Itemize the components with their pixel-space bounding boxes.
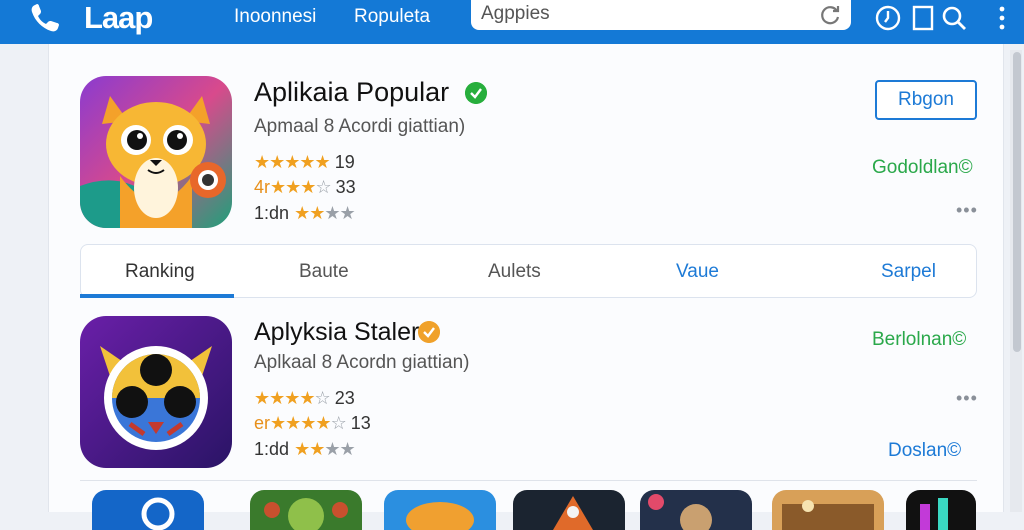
more-vertical-icon[interactable] (992, 4, 1020, 32)
rating-row: 1:dd ★★★★ (254, 439, 356, 460)
phone-icon (31, 4, 59, 32)
rating-row: er★★★★☆ 13 (254, 413, 371, 434)
rating-prefix: 1:dd (254, 439, 290, 459)
app-icon-mini[interactable] (92, 490, 204, 530)
app-icon-mini[interactable] (250, 490, 362, 530)
tab-sarpel[interactable]: Sarpel (881, 261, 936, 283)
top-bar: Laap Inoonnesi Ropuleta Agppies (0, 0, 1024, 44)
nav-link-ropuleta[interactable]: Ropuleta (354, 6, 430, 28)
app-icon-staler[interactable] (80, 316, 232, 468)
rating-row: 4r★★★☆ 33 (254, 177, 356, 198)
app-icon-mini[interactable] (640, 490, 752, 530)
app-title[interactable]: Aplyksia Staler (254, 318, 419, 347)
register-button[interactable]: Rbgon (875, 80, 977, 120)
app-title[interactable]: Aplikaia Popular (254, 77, 449, 108)
rating-prefix: er (254, 413, 271, 433)
square-icon[interactable] (910, 4, 938, 32)
scrollbar-thumb[interactable] (1013, 52, 1021, 352)
clock-icon[interactable] (874, 4, 902, 32)
app-subtitle: Aplkaal 8 Acordn giattian) (254, 352, 470, 373)
search-icon[interactable] (940, 4, 968, 32)
search-input[interactable]: Agppies (481, 3, 550, 25)
rating-count: 13 (350, 413, 371, 433)
tab-aulets[interactable]: Aulets (488, 261, 541, 283)
rating-count: 19 (334, 152, 355, 172)
download-link[interactable]: Berlolnan© (872, 329, 966, 351)
star-rating-icon: ★★★★☆ (270, 413, 347, 433)
rating-row: ★★★★★ 19 (254, 152, 355, 173)
star-rating-icon: ★★★★☆ (254, 388, 331, 408)
more-options-icon[interactable]: ••• (956, 388, 978, 409)
nav-link-inoonnesi[interactable]: Inoonnesi (234, 6, 316, 28)
app-icon-popular[interactable] (80, 76, 232, 228)
tab-bar: Ranking Baute Aulets Vaue Sarpel (80, 244, 977, 298)
refresh-icon[interactable] (819, 3, 843, 27)
rating-prefix: 4r (254, 177, 271, 197)
star-rating-icon: ★★★☆ (270, 177, 332, 197)
app-icon-mini[interactable] (513, 490, 625, 530)
verified-check-icon (418, 321, 440, 343)
star-rating-icon: ★★★★★ (254, 152, 331, 172)
app-icon-mini[interactable] (772, 490, 884, 530)
rating-row: 1:dn ★★★★ (254, 203, 356, 224)
download-link[interactable]: Godoldlan© (872, 157, 973, 179)
rating-prefix: 1:dn (254, 203, 290, 223)
star-rating-icon: ★★★★ (294, 203, 356, 223)
tab-baute[interactable]: Baute (299, 261, 349, 283)
app-icon-mini[interactable] (384, 490, 496, 530)
app-subtitle: Apmaal 8 Acordi giattian) (254, 116, 466, 137)
app-icon-mini[interactable] (906, 490, 976, 530)
star-rating-icon: ★★★★ (294, 439, 356, 459)
rating-count: 23 (334, 388, 355, 408)
rating-count: 33 (335, 177, 356, 197)
app-logo[interactable]: Laap (84, 0, 153, 36)
tab-vaue[interactable]: Vaue (676, 261, 719, 283)
tab-ranking[interactable]: Ranking (125, 261, 195, 283)
download-link-secondary[interactable]: Doslan© (888, 440, 961, 462)
search-box[interactable]: Agppies (471, 0, 851, 30)
verified-check-icon (465, 82, 487, 104)
more-options-icon[interactable]: ••• (956, 200, 978, 221)
divider (80, 480, 977, 481)
rating-row: ★★★★☆ 23 (254, 388, 355, 409)
active-tab-indicator (80, 294, 234, 298)
